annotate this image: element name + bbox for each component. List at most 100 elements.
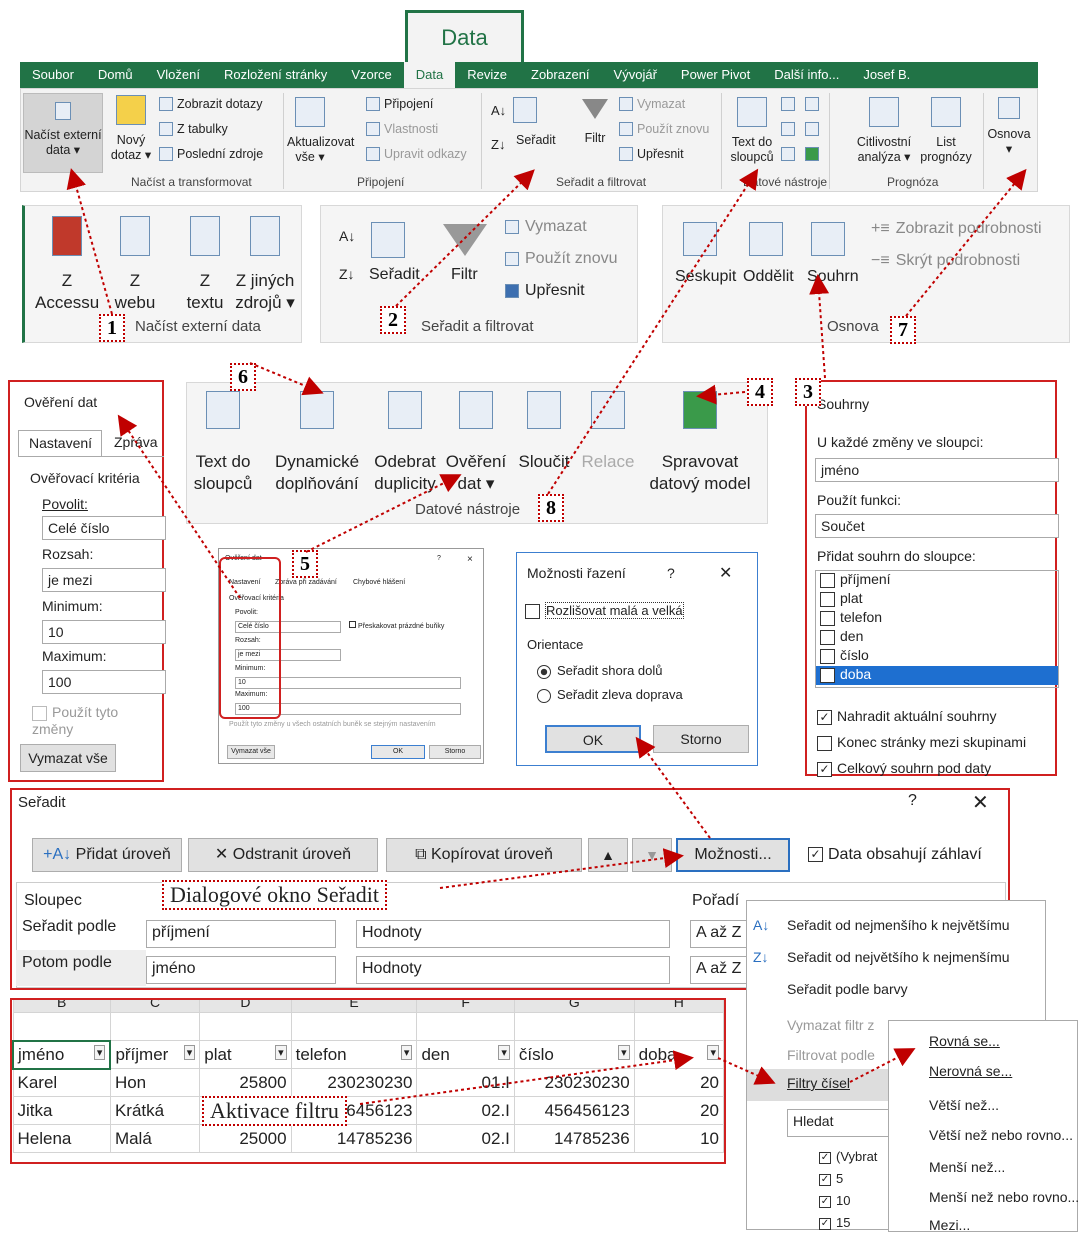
sort-order-select-2[interactable]: A až Z bbox=[690, 956, 750, 984]
sort-on-select-1[interactable]: Hodnoty bbox=[356, 920, 670, 948]
ribbon-tab-10[interactable]: Další info... bbox=[762, 62, 851, 88]
table-header-cell[interactable]: příjmer ▾ bbox=[109, 1040, 201, 1069]
cell[interactable]: 01.I bbox=[416, 1068, 515, 1097]
ribbon-tab-8[interactable]: Vývojář bbox=[602, 62, 669, 88]
menu-clear-filter[interactable]: Vymazat filtr z bbox=[787, 1017, 874, 1033]
cell[interactable]: 25800 bbox=[199, 1068, 292, 1097]
souhrn-col-5[interactable]: ✓ doba bbox=[816, 666, 1058, 685]
filter-value-checkbox[interactable]: ✓ (Vybrat bbox=[819, 1149, 877, 1164]
moznosti-button[interactable]: Možnosti... bbox=[676, 838, 790, 872]
pouzit-checkbox[interactable]: Použít tyto změny bbox=[32, 704, 162, 737]
sort-column-select-1[interactable]: příjmení bbox=[146, 920, 336, 948]
column-header[interactable]: B bbox=[12, 1000, 111, 1013]
cell[interactable]: 20 bbox=[633, 1096, 724, 1125]
table-header-cell[interactable]: telefon ▾ bbox=[290, 1040, 418, 1069]
skryt-podrobnosti-button[interactable]: −≡ Skrýt podrobnosti bbox=[871, 252, 1020, 270]
help-icon[interactable]: ? bbox=[667, 565, 675, 581]
p4-item-6[interactable]: Spravovat datový model bbox=[639, 391, 761, 495]
cell[interactable]: 14785236 bbox=[290, 1124, 418, 1153]
p1-item-0[interactable]: Z Accessu bbox=[35, 216, 99, 314]
ok-button[interactable]: OK bbox=[545, 725, 641, 753]
close-icon[interactable]: × bbox=[467, 554, 473, 565]
konec-stranky-checkbox[interactable]: Konec stránky mezi skupinami bbox=[817, 734, 1026, 751]
menu-number-filters[interactable]: Filtry čísel bbox=[787, 1075, 850, 1091]
table-header-cell[interactable]: den ▾ bbox=[416, 1040, 515, 1069]
novy-dotaz-button[interactable]: Nový dotaz ▾ bbox=[109, 95, 153, 163]
close-icon[interactable]: ✕ bbox=[719, 563, 732, 583]
column-header[interactable]: C bbox=[109, 1000, 201, 1013]
panel2-vymazat[interactable]: Vymazat bbox=[505, 218, 587, 236]
cell[interactable]: 20 bbox=[633, 1068, 724, 1097]
cell[interactable]: 230230230 bbox=[290, 1068, 418, 1097]
pripojeni-button[interactable]: Připojení bbox=[366, 97, 433, 111]
p1-item-2[interactable]: Ztextu bbox=[173, 216, 237, 314]
help-icon[interactable]: ? bbox=[908, 792, 917, 810]
table-header-cell[interactable]: doba ▾ bbox=[633, 1040, 724, 1069]
souhrn-col-4[interactable]: číslo bbox=[816, 647, 1058, 666]
p4-item-3[interactable]: Ověření dat ▾ bbox=[443, 391, 509, 495]
vymazat-button[interactable]: Vymazat bbox=[619, 97, 685, 111]
column-header[interactable]: D bbox=[199, 1000, 292, 1013]
filter-dropdown-icon[interactable]: ▾ bbox=[618, 1044, 630, 1060]
submenu-item[interactable]: Menší než... bbox=[929, 1159, 1005, 1175]
sort-za-icon[interactable]: Z↓ bbox=[491, 137, 505, 152]
cell[interactable] bbox=[12, 1012, 111, 1041]
sort-az-icon[interactable]: A↓ bbox=[339, 228, 355, 244]
nacist-externi-data-button[interactable]: Načíst externí data ▾ bbox=[23, 93, 103, 173]
ribbon-tab-2[interactable]: Vložení bbox=[145, 62, 212, 88]
submenu-item[interactable]: Větší než... bbox=[929, 1097, 999, 1113]
data-obsahuji-zahlavi-checkbox[interactable]: ✓ Data obsahují záhlaví bbox=[808, 846, 982, 864]
osnova-button[interactable]: Osnova ▾ bbox=[985, 97, 1033, 157]
menu-sort-desc[interactable]: Seřadit od největšího k nejmenšímu bbox=[787, 949, 1010, 965]
storno-button[interactable]: Storno bbox=[653, 725, 749, 753]
submenu-item[interactable]: Nerovná se... bbox=[929, 1063, 1012, 1079]
p1-item-1[interactable]: Zwebu bbox=[103, 216, 167, 314]
cell[interactable]: 456456123 bbox=[513, 1096, 635, 1125]
p1-item-3[interactable]: Z jiných zdrojů ▾ bbox=[233, 216, 297, 314]
tab-zprava[interactable]: Zpráva bbox=[114, 434, 158, 450]
zobrazit-podrobnosti-button[interactable]: +≡ Zobrazit podrobnosti bbox=[871, 220, 1042, 238]
cell[interactable] bbox=[633, 1012, 724, 1041]
upresnit-button[interactable]: Upřesnit bbox=[619, 147, 684, 161]
ribbon-tab-9[interactable]: Power Pivot bbox=[669, 62, 762, 88]
list-prognozy-button[interactable]: List prognózy bbox=[917, 97, 975, 165]
column-header[interactable]: E bbox=[290, 1000, 418, 1013]
z-tabulky-button[interactable]: Z tabulky bbox=[159, 122, 228, 136]
posledni-zdroje-button[interactable]: Poslední zdroje bbox=[159, 147, 263, 161]
p4-item-2[interactable]: Odebrat duplicity bbox=[369, 391, 441, 495]
move-up-button[interactable]: ▲ bbox=[588, 838, 628, 872]
filter-dropdown-icon[interactable]: ▾ bbox=[498, 1044, 510, 1060]
panel2-pouzit-znovu[interactable]: Použít znovu bbox=[505, 250, 618, 268]
pouzit-znovu-button[interactable]: Použít znovu bbox=[619, 122, 709, 136]
sort-order-select-1[interactable]: A až Z bbox=[690, 920, 750, 948]
seskupit-button[interactable]: Seskupit bbox=[675, 268, 736, 286]
cell[interactable]: 25000 bbox=[199, 1124, 292, 1153]
close-icon[interactable]: ✕ bbox=[972, 790, 989, 815]
filter-dropdown-icon[interactable]: ▾ bbox=[707, 1044, 719, 1060]
table-header-cell[interactable]: plat ▾ bbox=[199, 1040, 292, 1069]
filter-dropdown-icon[interactable]: ▾ bbox=[275, 1044, 287, 1060]
souhrn-col-1[interactable]: plat bbox=[816, 590, 1058, 609]
ribbon-tab-11[interactable]: Josef B. bbox=[851, 62, 922, 88]
vymazat-vse-button[interactable]: Vymazat vše bbox=[20, 744, 116, 772]
odstranit-uroven-button[interactable]: ✕ Odstranit úroveň bbox=[188, 838, 378, 872]
column-header[interactable]: G bbox=[513, 1000, 635, 1013]
cell[interactable]: Helena bbox=[12, 1124, 111, 1153]
submenu-item[interactable]: Mezi... bbox=[929, 1217, 970, 1233]
filter-value-checkbox[interactable]: ✓ 15 bbox=[819, 1215, 850, 1230]
ribbon-tab-6[interactable]: Revize bbox=[455, 62, 519, 88]
tab-nastaveni[interactable]: Nastavení bbox=[18, 430, 102, 456]
souhrn-button[interactable]: Souhrn bbox=[807, 268, 859, 286]
u-kazde-zmeny-select[interactable]: jméno bbox=[815, 458, 1059, 482]
upravit-odkazy-button[interactable]: Upravit odkazy bbox=[366, 147, 467, 161]
p4-item-4[interactable]: Sloučit bbox=[513, 391, 575, 473]
cell[interactable]: 02.I bbox=[416, 1096, 515, 1125]
citlivostni-analyza-button[interactable]: Citlivostní analýza ▾ bbox=[853, 97, 915, 165]
menu-filter-by[interactable]: Filtrovat podle bbox=[787, 1047, 875, 1063]
menu-sort-asc[interactable]: Seřadit od nejmenšího k největšímu bbox=[787, 917, 1010, 933]
p4-item-1[interactable]: Dynamické doplňování bbox=[267, 391, 367, 495]
pridat-uroven-button[interactable]: +A↓ Přidat úroveň bbox=[32, 838, 182, 872]
filter-value-checkbox[interactable]: ✓ 10 bbox=[819, 1193, 850, 1208]
cell[interactable]: Karel bbox=[12, 1068, 111, 1097]
p4-item-5[interactable]: Relace bbox=[579, 391, 637, 473]
